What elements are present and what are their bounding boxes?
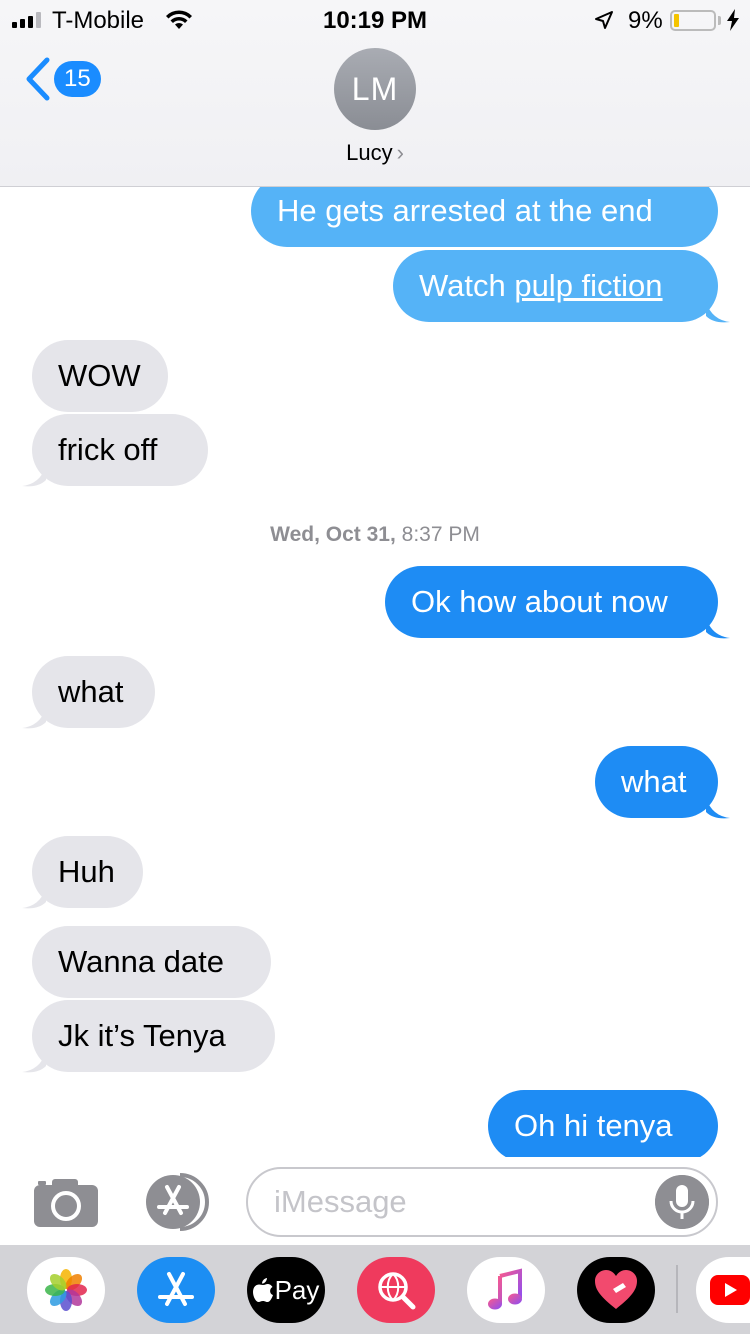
youtube-app-icon[interactable]: [696, 1257, 750, 1323]
app-store-glyph-icon: [158, 1272, 194, 1306]
photos-flower-icon: [45, 1269, 87, 1311]
battery-tip: [718, 16, 721, 25]
app-store-icon[interactable]: [140, 1171, 212, 1233]
contact-avatar[interactable]: LM: [334, 48, 416, 130]
imessage-placeholder: iMessage: [274, 1184, 407, 1219]
contact-name-button[interactable]: Lucy ›: [0, 140, 750, 166]
apple-pay-app-icon[interactable]: Pay: [247, 1257, 325, 1323]
music-app-icon[interactable]: [467, 1257, 545, 1323]
message-bubble-incoming[interactable]: Jk it’s Tenya: [32, 1000, 275, 1072]
message-bubble-outgoing[interactable]: He gets arrested at the end: [251, 187, 718, 247]
heart-stickers-app-icon[interactable]: [577, 1257, 655, 1323]
message-text: Oh hi tenya: [514, 1108, 673, 1143]
charging-icon: [727, 9, 739, 31]
status-bar: T-Mobile 10:19 PM 9%: [0, 0, 750, 40]
photos-app-icon[interactable]: [27, 1257, 105, 1323]
message-text: Wanna date: [58, 944, 225, 979]
message-bubble-incoming[interactable]: WOW: [32, 340, 168, 412]
message-text: Huh: [58, 854, 115, 889]
app-store-app-icon[interactable]: [137, 1257, 215, 1323]
conversation-header: T-Mobile 10:19 PM 9% 15 LM Lucy ›: [0, 0, 750, 187]
youtube-play-icon: [710, 1275, 750, 1305]
bubble-tail: [706, 798, 730, 819]
message-text: He gets arrested at the end: [277, 193, 653, 228]
bubble-tail: [22, 888, 46, 909]
heart-icon: [595, 1270, 637, 1309]
bubble-tail: [22, 708, 46, 729]
message-thread[interactable]: He gets arrested at the end Watch pulp f…: [0, 187, 750, 1157]
bubble-tail: [706, 302, 730, 323]
timestamp-day: Wed, Oct 31,: [270, 523, 396, 546]
message-bubble-incoming[interactable]: what: [32, 656, 155, 728]
location-icon: [595, 11, 613, 29]
message-text: what: [621, 764, 687, 799]
message-bubble-incoming[interactable]: Wanna date: [32, 926, 271, 998]
unread-count-badge: 15: [54, 61, 101, 97]
music-note-icon: [488, 1268, 522, 1310]
message-text: WOW: [58, 358, 141, 393]
bubble-tail: [22, 1052, 46, 1073]
camera-icon[interactable]: [32, 1177, 100, 1229]
compose-bar: iMessage: [0, 1157, 750, 1245]
app-drawer: Pay: [0, 1245, 750, 1334]
message-bubble-outgoing[interactable]: Ok how about now: [385, 566, 718, 638]
back-button[interactable]: 15: [22, 56, 101, 102]
image-search-app-icon[interactable]: [357, 1257, 435, 1323]
battery-icon: [670, 10, 716, 31]
message-link[interactable]: pulp fiction: [514, 268, 662, 303]
apple-logo-icon: [252, 1278, 273, 1302]
bubble-tail: [22, 466, 46, 487]
message-bubble-incoming[interactable]: frick off: [32, 414, 208, 486]
contact-name: Lucy: [346, 140, 393, 165]
chevron-right-icon: ›: [396, 140, 404, 165]
apple-pay-label: Pay: [274, 1274, 320, 1305]
globe-search-icon: [378, 1272, 416, 1310]
app-drawer-divider: [676, 1265, 678, 1313]
bubble-tail: [706, 618, 730, 639]
message-text: Watch pulp fiction: [419, 268, 663, 304]
message-text: Ok how about now: [411, 584, 668, 619]
message-text: Jk it’s Tenya: [58, 1018, 226, 1053]
message-text: frick off: [58, 432, 158, 467]
imessage-input[interactable]: iMessage: [246, 1167, 718, 1237]
message-bubble-incoming[interactable]: Huh: [32, 836, 143, 908]
message-bubble-outgoing[interactable]: Oh hi tenya: [488, 1090, 718, 1157]
message-text: what: [58, 674, 124, 709]
battery-percent: 9%: [628, 7, 663, 34]
timestamp-time: 8:37 PM: [401, 523, 480, 546]
timestamp: Wed, Oct 31, 8:37 PM: [0, 523, 750, 547]
message-bubble-outgoing[interactable]: Watch pulp fiction: [393, 250, 718, 322]
chevron-left-icon: [26, 57, 50, 101]
message-bubble-outgoing[interactable]: what: [595, 746, 718, 818]
message-text-prefix: Watch: [419, 268, 515, 303]
microphone-icon[interactable]: [655, 1175, 709, 1229]
